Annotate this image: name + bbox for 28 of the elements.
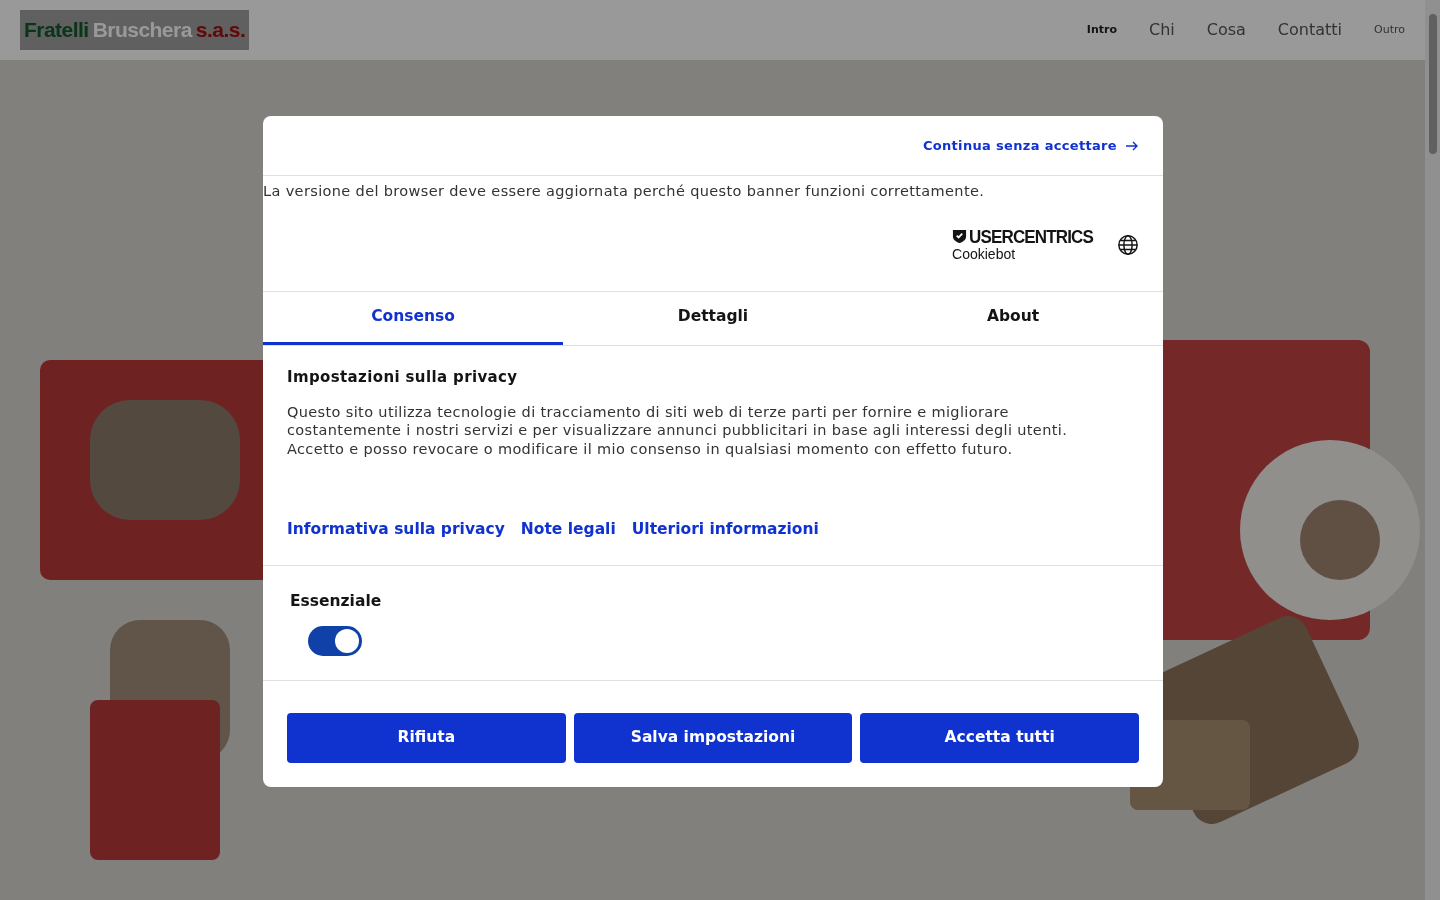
scrollbar[interactable] — [1425, 0, 1440, 900]
tab[interactable]: About — [863, 292, 1163, 345]
nav-link[interactable]: Intro — [1086, 21, 1117, 39]
privacy-description: Questo sito utilizza tecnologie di tracciamento di siti web di terze parti per fornire e migliorare costantemente i nostri servizi e per visualizzare annunci pubblicitari in base agli interessi degli utenti. Accetto e posso revocare o modificare il mio consenso in qualsiasi momento con effetto futuro. — [287, 402, 1069, 458]
toggle-switch[interactable] — [308, 625, 362, 656]
browser-notice: La versione del browser deve essere aggiornata perché questo banner funzioni correttamente. — [263, 182, 986, 201]
continue-link[interactable]: Continua senza accettare — [922, 135, 1139, 156]
action-button[interactable]: Accetta tutti — [860, 712, 1139, 763]
action-button[interactable]: Rifiuta — [287, 712, 566, 763]
action-button[interactable]: Salva impostazioni — [573, 712, 853, 763]
brand-name: USERCENTRICS — [969, 227, 1093, 246]
logo-word: s.a.s. — [195, 17, 246, 44]
nav-link[interactable]: Cosa — [1206, 18, 1246, 42]
brand-product: Cookiebot — [952, 247, 1017, 261]
tab[interactable]: Dettagli — [563, 292, 863, 345]
logo-word: Bruschera — [92, 17, 192, 44]
tab[interactable]: Consenso — [263, 292, 563, 345]
section-heading: Impostazioni sulla privacy — [287, 367, 519, 388]
policy-link[interactable]: Ulteriori informazioni — [631, 518, 819, 542]
shield-icon — [952, 229, 968, 244]
logo-word: Fratelli — [24, 17, 89, 44]
policy-link[interactable]: Note legali — [520, 518, 616, 542]
nav-link[interactable]: Contatti — [1277, 18, 1343, 42]
policy-link[interactable]: Informativa sulla privacy — [287, 518, 505, 542]
category-label: Essenziale — [290, 591, 383, 613]
globe-icon[interactable] — [1117, 233, 1139, 256]
nav-link[interactable]: Chi — [1149, 18, 1175, 42]
nav-link[interactable]: Outro — [1374, 21, 1405, 39]
